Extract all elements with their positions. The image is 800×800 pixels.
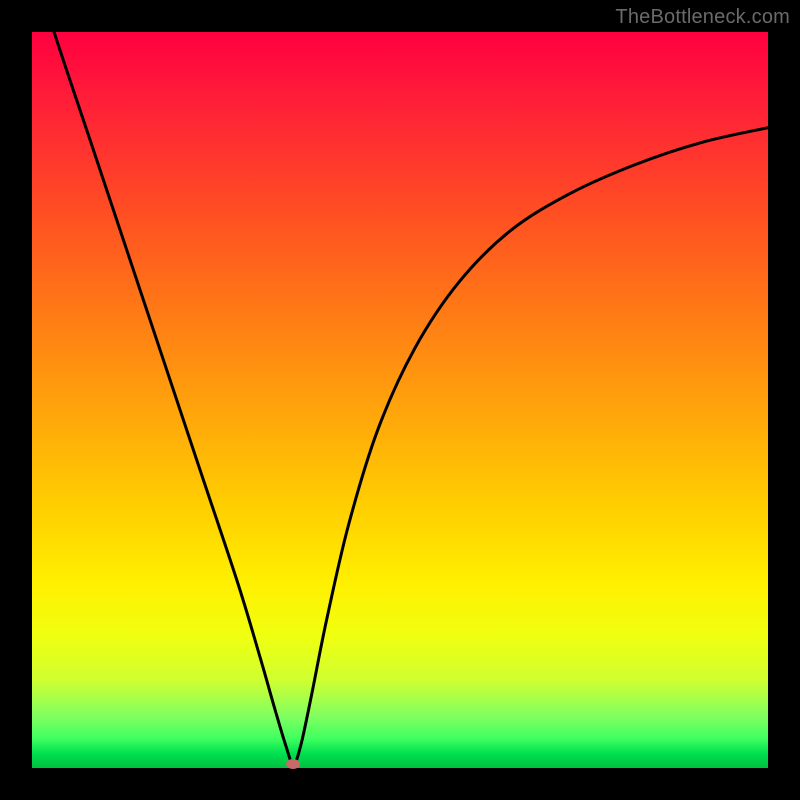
plot-area — [32, 32, 768, 768]
curve-svg — [32, 32, 768, 768]
minimum-point-marker — [286, 759, 300, 769]
watermark-text: TheBottleneck.com — [615, 6, 790, 29]
bottleneck-curve — [32, 32, 768, 764]
chart-container: TheBottleneck.com — [0, 0, 800, 800]
